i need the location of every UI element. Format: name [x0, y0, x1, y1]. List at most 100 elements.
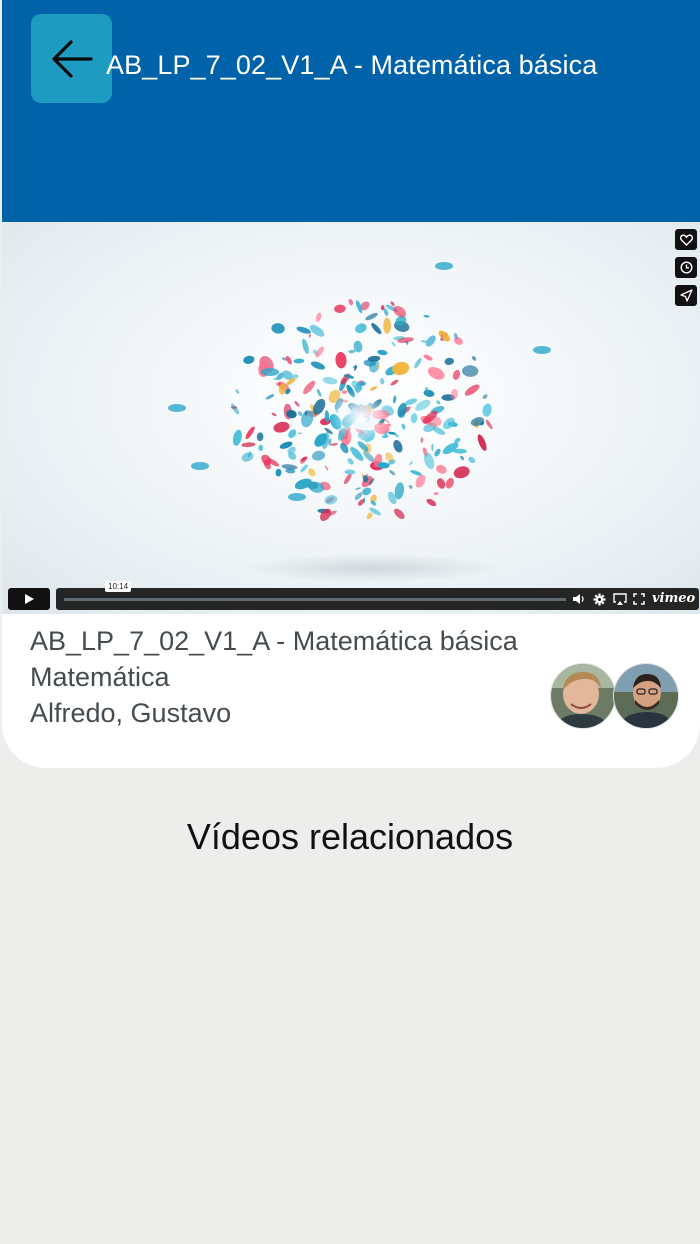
- swirl-particle: [433, 492, 439, 495]
- swirl-particle: [347, 458, 354, 465]
- swirl-particle: [379, 378, 385, 385]
- page-title: AB_LP_7_02_V1_A - Matemática básica: [106, 50, 598, 80]
- swirl-particle: [485, 419, 493, 430]
- swirl-particle: [191, 462, 209, 470]
- swirl-particle: [348, 349, 356, 354]
- swirl-particle: [273, 421, 290, 433]
- swirl-particle: [258, 444, 264, 451]
- swirl-particle: [303, 380, 316, 395]
- play-button[interactable]: [8, 588, 50, 610]
- swirl-particle: [308, 468, 316, 477]
- player-controls: 10:14 vimeo: [2, 581, 700, 614]
- progress-bar[interactable]: [64, 598, 566, 601]
- clock-icon: [679, 261, 693, 274]
- swirl-particle: [322, 377, 338, 385]
- swirl-particle: [275, 468, 282, 477]
- swirl-particle: [324, 465, 329, 471]
- swirl-particle: [310, 361, 325, 370]
- swirl-particle: [431, 443, 434, 452]
- swirl-particle: [334, 304, 346, 314]
- swirl-particle: [300, 464, 308, 473]
- swirl-particle: [452, 369, 461, 380]
- swirl-particle: [293, 358, 305, 364]
- back-button[interactable]: [31, 14, 112, 103]
- swirl-particle: [462, 365, 479, 377]
- swirl-particle: [288, 493, 306, 501]
- swirl-particle: [241, 442, 256, 448]
- swirl-particle: [444, 357, 455, 365]
- avatar[interactable]: [550, 663, 616, 729]
- swirl-particle: [348, 299, 354, 306]
- swirl-particle: [423, 389, 435, 397]
- swirl-particle: [281, 464, 298, 470]
- arrow-left-icon: [51, 39, 93, 78]
- heart-icon: [679, 233, 693, 246]
- swirl-particle: [324, 495, 338, 505]
- swirl-particle: [436, 478, 446, 489]
- swirl-particle: [420, 437, 424, 443]
- swirl-particle: [434, 448, 441, 457]
- swirl-particle: [245, 426, 255, 440]
- swirl-particle: [383, 317, 392, 334]
- swirl-particle: [309, 333, 311, 338]
- swirl-particle: [365, 312, 378, 321]
- video-card: 10:14 vimeo AB_LP_7_02_V1_A - Matemática…: [2, 222, 700, 768]
- swirl-particle: [377, 349, 388, 356]
- airplay-icon[interactable]: [613, 593, 627, 606]
- send-icon: [679, 289, 693, 302]
- swirl-particle: [363, 497, 365, 503]
- swirl-particle: [315, 312, 322, 322]
- swirl-particle: [445, 477, 454, 489]
- author-photo-alfredo: [551, 664, 615, 728]
- swirl-particle: [423, 354, 433, 361]
- play-icon: [25, 594, 34, 604]
- video-thumbnail: [168, 262, 551, 582]
- control-bar: 10:14 vimeo: [56, 581, 699, 610]
- swirl-particle: [256, 432, 264, 442]
- swirl-particle: [335, 352, 347, 369]
- swirl-particle: [355, 323, 367, 334]
- swirl-particle: [436, 464, 447, 474]
- like-button[interactable]: [675, 229, 697, 250]
- swirl-particle: [436, 400, 441, 405]
- swirl-particle: [297, 432, 303, 435]
- video-subject: Matemática: [30, 662, 170, 692]
- swirl-particle: [453, 466, 470, 479]
- swirl-particle: [438, 330, 451, 342]
- vimeo-logo[interactable]: vimeo: [652, 591, 695, 606]
- swirl-particle: [414, 357, 422, 369]
- swirl-particle: [533, 346, 551, 354]
- swirl-particle: [410, 470, 422, 476]
- swirl-particle: [235, 389, 240, 394]
- swirl-particle: [453, 336, 463, 345]
- swirl-particle: [482, 394, 488, 399]
- volume-icon[interactable]: [572, 593, 586, 605]
- swirl-particle: [312, 450, 326, 461]
- watch-later-button[interactable]: [675, 257, 697, 278]
- swirl-particle: [316, 388, 322, 397]
- swirl-particle: [393, 395, 397, 404]
- time-tooltip: 10:14: [105, 581, 132, 592]
- swirl-particle: [355, 487, 361, 490]
- swirl-particle: [309, 324, 325, 337]
- gear-icon[interactable]: [593, 593, 606, 606]
- swirl-particle: [477, 434, 487, 451]
- swirl-particle: [423, 315, 430, 318]
- video-authors: Alfredo, Gustavo: [30, 698, 232, 728]
- swirl-particle: [369, 386, 378, 391]
- swirl-particle: [371, 323, 382, 335]
- swirl-particle: [344, 469, 356, 475]
- avatar[interactable]: [613, 663, 679, 729]
- swirl-particle: [302, 338, 309, 355]
- swirl-particle: [241, 452, 254, 462]
- swirl-particle: [471, 356, 477, 361]
- swirl-particle: [460, 455, 464, 461]
- video-player[interactable]: 10:14 vimeo: [2, 222, 700, 614]
- swirl-particle: [343, 473, 352, 485]
- share-button[interactable]: [675, 285, 697, 306]
- swirl-particle: [366, 512, 373, 520]
- swirl-particle: [464, 384, 480, 396]
- fullscreen-icon[interactable]: [633, 593, 645, 605]
- swirl-particle: [392, 361, 410, 376]
- swirl-particle: [168, 404, 186, 412]
